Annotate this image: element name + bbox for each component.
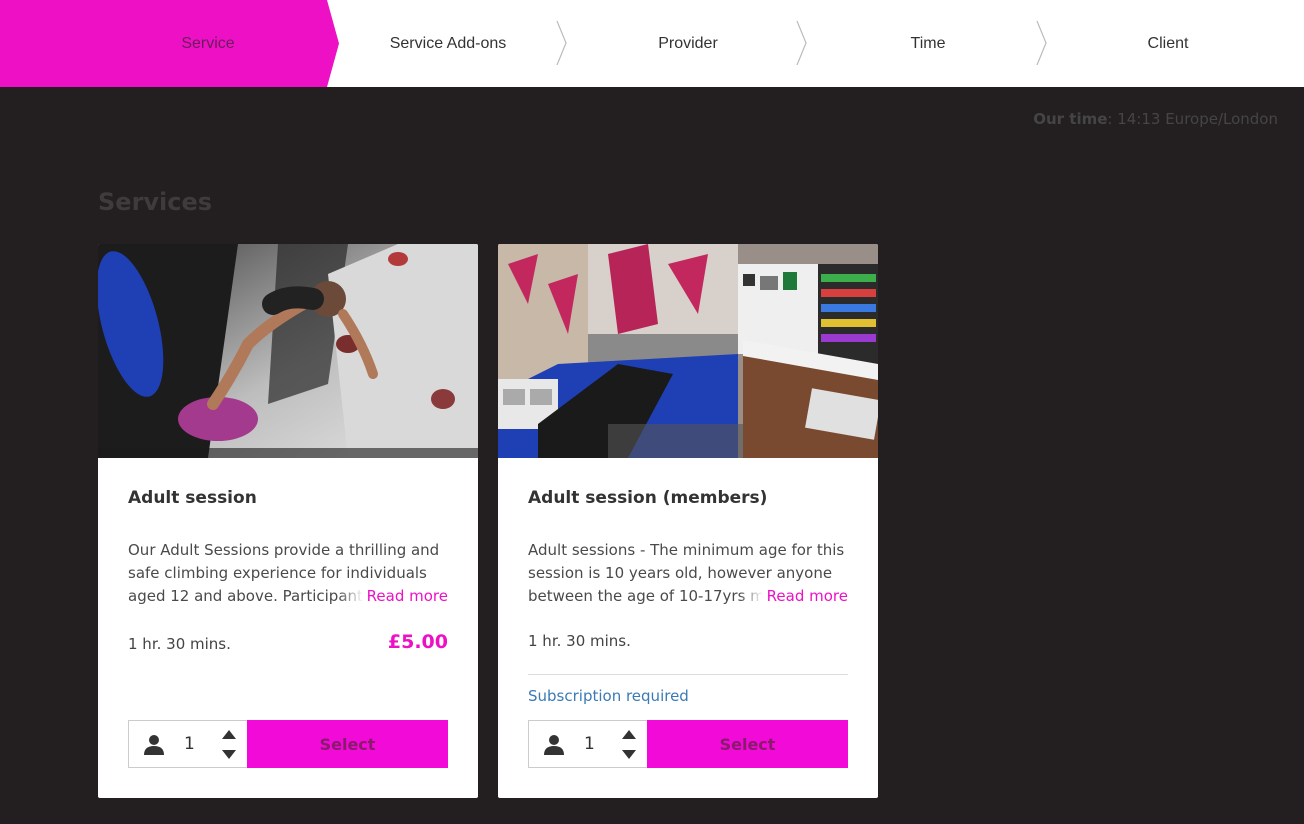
service-card: Adult session (members) Adult sessions -…: [498, 244, 878, 798]
increment-arrow-icon[interactable]: [622, 730, 636, 739]
select-button[interactable]: Select: [647, 720, 848, 768]
chevron-right-icon: [1036, 21, 1047, 65]
chevron-right-icon: [556, 21, 567, 65]
quantity-value[interactable]: 1: [584, 734, 595, 754]
service-duration: 1 hr. 30 mins.: [128, 635, 231, 653]
divider: [528, 674, 848, 675]
timezone-info: Our time: 14:13 Europe/London: [1033, 110, 1278, 128]
service-description: Our Adult Sessions provide a thrilling a…: [128, 539, 448, 608]
our-time-label: Our time: [1033, 110, 1108, 128]
read-more-link[interactable]: Read more: [338, 585, 448, 608]
select-button[interactable]: Select: [247, 720, 448, 768]
service-duration: 1 hr. 30 mins.: [528, 632, 631, 650]
quantity-stepper: 1: [128, 720, 248, 768]
person-icon: [544, 735, 564, 755]
quantity-stepper: 1: [528, 720, 648, 768]
read-more-link[interactable]: Read more: [738, 585, 848, 608]
service-description: Adult sessions - The minimum age for thi…: [528, 539, 848, 608]
service-title: Adult session (members): [528, 488, 768, 508]
step-client[interactable]: Client: [1048, 0, 1288, 87]
decrement-arrow-icon[interactable]: [622, 750, 636, 759]
service-title: Adult session: [128, 488, 257, 508]
reception-photo: [498, 244, 878, 458]
section-title: Services: [98, 188, 213, 216]
chevron-right-icon: [796, 21, 807, 65]
service-price: £5.00: [387, 631, 448, 653]
climber-photo: [98, 244, 478, 458]
step-service[interactable]: Service: [88, 0, 328, 87]
decrement-arrow-icon[interactable]: [222, 750, 236, 759]
step-time[interactable]: Time: [808, 0, 1048, 87]
service-card: Adult session Our Adult Sessions provide…: [98, 244, 478, 798]
person-icon: [144, 735, 164, 755]
quantity-value[interactable]: 1: [184, 734, 195, 754]
step-service-add-ons[interactable]: Service Add-ons: [328, 0, 568, 87]
booking-steps-nav: Service Service Add-ons Provider Time Cl…: [0, 0, 1304, 87]
our-time-value: : 14:13 Europe/London: [1107, 110, 1278, 128]
step-provider[interactable]: Provider: [568, 0, 808, 87]
increment-arrow-icon[interactable]: [222, 730, 236, 739]
subscription-required-link[interactable]: Subscription required: [528, 687, 689, 705]
